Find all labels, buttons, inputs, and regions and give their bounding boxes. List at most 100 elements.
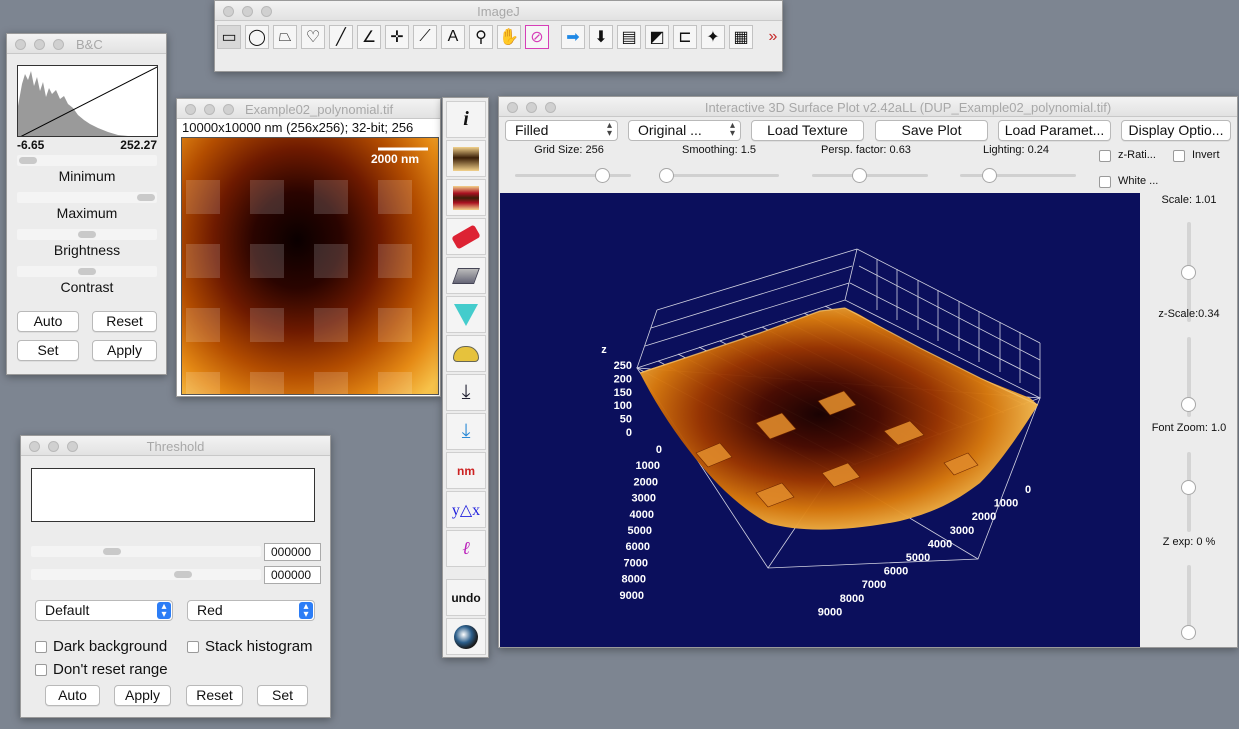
bc-titlebar[interactable]: B&C: [7, 34, 166, 54]
layers-tool-button[interactable]: [446, 257, 486, 294]
image-titlebar[interactable]: Example02_polynomial.tif: [177, 99, 440, 119]
bc-set-button[interactable]: Set: [17, 340, 79, 361]
fill-basin-tool-button[interactable]: ⤓: [446, 413, 486, 450]
lut-tool-button[interactable]: ▤: [617, 25, 641, 49]
z-exp-knob[interactable]: [1181, 625, 1196, 640]
arrow-down-tool-button[interactable]: ⬇: [589, 25, 613, 49]
threshold-mode-select[interactable]: Red ▴ ▾: [187, 600, 315, 621]
dark-background-label: Dark background: [53, 638, 168, 655]
threshold-lower-slider[interactable]: [31, 546, 261, 557]
fill-down-tool-button[interactable]: ⤓: [446, 374, 486, 411]
save-plot-button[interactable]: Save Plot: [875, 120, 988, 141]
perspective-knob[interactable]: [852, 168, 867, 183]
invert-checkbox[interactable]: [1173, 150, 1185, 162]
surface-tool-button[interactable]: [446, 335, 486, 372]
bc-apply-button[interactable]: Apply: [92, 340, 157, 361]
angle-tool-button[interactable]: ∠: [357, 25, 381, 49]
more-tools-button[interactable]: »: [761, 25, 782, 49]
close-icon[interactable]: [15, 39, 26, 50]
z-ratio-checkbox[interactable]: [1099, 150, 1111, 162]
threshold-upper-slider[interactable]: [31, 569, 261, 580]
grid-size-knob[interactable]: [595, 168, 610, 183]
render-mode-select[interactable]: Filled ▴ ▾: [505, 120, 618, 141]
load-parameters-button[interactable]: Load Paramet...: [998, 120, 1111, 141]
wand-tool-button[interactable]: ⟋: [413, 25, 437, 49]
load-texture-button[interactable]: Load Texture: [751, 120, 864, 141]
zoom-icon[interactable]: [545, 102, 556, 113]
rectangle-tool-button[interactable]: ▭: [217, 25, 241, 49]
zoom-icon[interactable]: [53, 39, 64, 50]
scale-knob[interactable]: [1181, 265, 1196, 280]
maximum-slider[interactable]: [17, 192, 157, 203]
bc-auto-button[interactable]: Auto: [17, 311, 79, 332]
grid-size-slider[interactable]: [515, 168, 631, 183]
minimize-icon[interactable]: [34, 39, 45, 50]
brightness-slider[interactable]: [17, 229, 157, 240]
font-zoom-slider[interactable]: [1181, 452, 1196, 532]
threshold-auto-button[interactable]: Auto: [45, 685, 100, 706]
imagej-titlebar[interactable]: ImageJ: [215, 1, 782, 21]
z-exp-slider[interactable]: [1181, 565, 1196, 640]
color-mode-select[interactable]: Original ... ▴ ▾: [628, 120, 741, 141]
threshold-lower-value[interactable]: 000000: [264, 543, 321, 561]
image-canvas[interactable]: 2000 nm: [181, 137, 439, 395]
magnifier-tool-button[interactable]: ⚲: [469, 25, 493, 49]
lighting-slider[interactable]: [960, 168, 1076, 183]
perspective-slider[interactable]: [812, 168, 928, 183]
imagej-toolbar-window: ImageJ ▭ ◯ ⏢ ♡ ╱ ∠ ✛ ⟋ A ⚲ ✋ ⊘ ➡ ⬇ ▤ ◩ ⊏ ✦ ▦ »: [214, 0, 783, 72]
dropper-tool-button[interactable]: ⊘: [525, 25, 549, 49]
threshold-set-button[interactable]: Set: [257, 685, 308, 706]
threshold-apply-button[interactable]: Apply: [114, 685, 171, 706]
bc-reset-button[interactable]: Reset: [92, 311, 157, 332]
erase-tool-button[interactable]: [446, 218, 486, 255]
arrow-right-tool-button[interactable]: ➡: [561, 25, 585, 49]
text-tool-button[interactable]: A: [441, 25, 465, 49]
display-options-button[interactable]: Display Optio...: [1121, 120, 1231, 141]
freehand-tool-button[interactable]: ♡: [301, 25, 325, 49]
gwyddion-tool-button[interactable]: [446, 618, 486, 655]
close-icon[interactable]: [185, 104, 196, 115]
surface-plot-titlebar[interactable]: Interactive 3D Surface Plot v2.42aLL (DU…: [499, 97, 1237, 117]
z-scale-slider[interactable]: [1181, 337, 1196, 417]
undo-button[interactable]: undo: [446, 579, 486, 616]
dark-background-checkbox[interactable]: [35, 641, 47, 653]
oval-tool-button[interactable]: ◯: [245, 25, 269, 49]
facet-tool-button[interactable]: [446, 296, 486, 333]
hand-tool-button[interactable]: ✋: [497, 25, 521, 49]
threshold-method-select[interactable]: Default ▴ ▾: [35, 600, 173, 621]
smoothing-slider[interactable]: [659, 168, 779, 183]
line-tool-button[interactable]: ╱: [329, 25, 353, 49]
font-zoom-knob[interactable]: [1181, 480, 1196, 495]
threshold-titlebar[interactable]: Threshold: [21, 436, 330, 456]
threshold-reset-button[interactable]: Reset: [186, 685, 243, 706]
gradient-tool-button[interactable]: ◩: [645, 25, 669, 49]
polygon-tool-button[interactable]: ⏢: [273, 25, 297, 49]
plot-canvas[interactable]: z 250 200 150 100 50 0 0 1000 2000 3000 4000 5000 60…: [500, 193, 1140, 647]
font-zoom-label: Font Zoom: 1.0: [1151, 422, 1227, 434]
info-tool-button[interactable]: i: [446, 101, 486, 138]
scale-slider[interactable]: [1181, 222, 1196, 322]
label-tool-button[interactable]: ℓ: [446, 530, 486, 567]
close-icon[interactable]: [507, 102, 518, 113]
z-scale-knob[interactable]: [1181, 397, 1196, 412]
level-tool-button[interactable]: [446, 140, 486, 177]
minimize-icon[interactable]: [526, 102, 537, 113]
lighting-label: Lighting: 0.24: [982, 144, 1050, 156]
contrast-slider[interactable]: [17, 266, 157, 277]
lighting-knob[interactable]: [982, 168, 997, 183]
threshold-upper-value[interactable]: 000000: [264, 566, 321, 584]
stack-histogram-checkbox[interactable]: [187, 641, 199, 653]
minimize-icon[interactable]: [204, 104, 215, 115]
axis-tool-button[interactable]: y△x: [446, 491, 486, 528]
minimum-slider[interactable]: [17, 155, 157, 166]
line-level-tool-button[interactable]: [446, 179, 486, 216]
white-checkbox[interactable]: [1099, 176, 1111, 188]
smoothing-knob[interactable]: [659, 168, 674, 183]
stamp-tool-button[interactable]: ⊏: [673, 25, 697, 49]
dont-reset-range-checkbox[interactable]: [35, 664, 47, 676]
point-tool-button[interactable]: ✛: [385, 25, 409, 49]
measure-tool-button[interactable]: nm: [446, 452, 486, 489]
star-tool-button[interactable]: ✦: [701, 25, 725, 49]
color-picker-tool-button[interactable]: ▦: [729, 25, 753, 49]
zoom-icon[interactable]: [223, 104, 234, 115]
